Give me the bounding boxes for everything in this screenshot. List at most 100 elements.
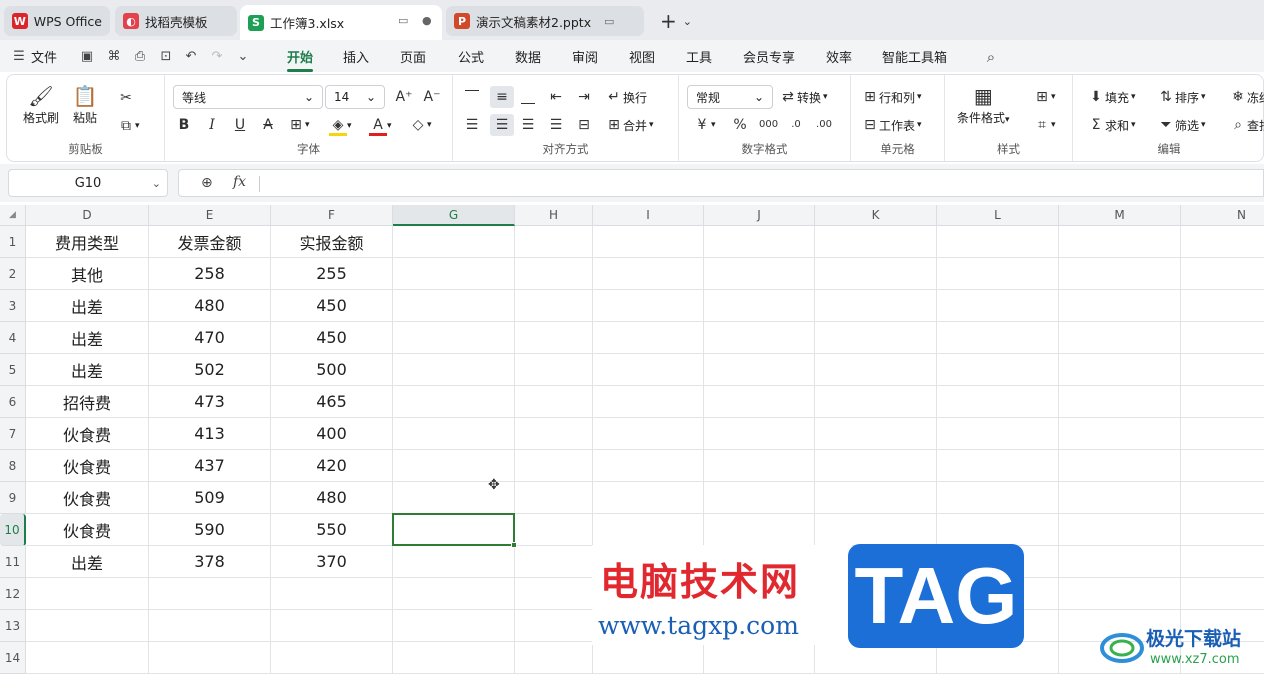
more-dropdown-icon[interactable]: ⌄ [234, 48, 252, 66]
cell-j5[interactable] [704, 354, 815, 386]
decrease-indent-button[interactable]: ⇤ [547, 88, 565, 106]
cell-h1[interactable] [515, 226, 593, 258]
cell-d4[interactable]: 出差 [26, 322, 149, 354]
menu-smart-toolbox[interactable]: 智能工具箱 [882, 47, 947, 66]
align-center-button[interactable]: ☰ [490, 114, 514, 136]
save-icon[interactable]: ▣ [78, 48, 96, 66]
cell-g5[interactable] [393, 354, 515, 386]
font-name-select[interactable]: 等线 ⌄ [173, 85, 323, 109]
cell-i1[interactable] [593, 226, 704, 258]
tab-docer-template[interactable]: ◐ 找稻壳模板 [115, 6, 237, 36]
cell-d2[interactable]: 其他 [26, 258, 149, 290]
menu-tools[interactable]: 工具 [686, 47, 712, 66]
cell-k8[interactable] [815, 450, 937, 482]
cell-g3[interactable] [393, 290, 515, 322]
print-preview-icon[interactable]: ⊡ [157, 48, 175, 66]
cell-n1[interactable] [1181, 226, 1264, 258]
cell-e7[interactable]: 413 [149, 418, 271, 450]
row-header-6[interactable]: 6 [0, 386, 26, 418]
menu-page[interactable]: 页面 [400, 47, 426, 66]
row-header-1[interactable]: 1 [0, 226, 26, 258]
fill-handle[interactable] [511, 542, 517, 548]
align-bottom-button[interactable]: ⎽ [519, 88, 537, 106]
cell-i7[interactable] [593, 418, 704, 450]
search-icon[interactable]: ⌕ [982, 48, 1000, 66]
decrease-decimal-button[interactable]: .00 [815, 116, 833, 134]
row-header-4[interactable]: 4 [0, 322, 26, 354]
cell-n7[interactable] [1181, 418, 1264, 450]
select-all-corner[interactable]: ◢ [0, 205, 26, 226]
cell-d10[interactable]: 伙食费 [26, 514, 149, 546]
align-left-button[interactable]: ☰ [463, 116, 481, 134]
wrap-text-button[interactable]: ↵ 换行 [605, 88, 647, 106]
cell-k3[interactable] [815, 290, 937, 322]
cell-h3[interactable] [515, 290, 593, 322]
column-header-j[interactable]: J [704, 205, 815, 226]
copy-button[interactable]: ⧉ ▾ [117, 117, 140, 135]
cell-e8[interactable]: 437 [149, 450, 271, 482]
number-format-select[interactable]: 常规 ⌄ [687, 85, 773, 109]
menu-member[interactable]: 会员专享 [743, 47, 795, 66]
table-style-button[interactable]: ⊞ ▾ [1033, 88, 1055, 106]
cell-k10[interactable] [815, 514, 937, 546]
cell-j7[interactable] [704, 418, 815, 450]
cell-e9[interactable]: 509 [149, 482, 271, 514]
column-header-l[interactable]: L [937, 205, 1059, 226]
merge-button[interactable]: ⊞ 合并 ▾ [605, 116, 653, 134]
cell-i8[interactable] [593, 450, 704, 482]
cell-l8[interactable] [937, 450, 1059, 482]
row-header-2[interactable]: 2 [0, 258, 26, 290]
cell-n3[interactable] [1181, 290, 1264, 322]
worksheet-button[interactable]: ⊟ 工作表 ▾ [861, 116, 921, 134]
cell-j6[interactable] [704, 386, 815, 418]
cell-f1[interactable]: 实报金额 [271, 226, 393, 258]
increase-indent-button[interactable]: ⇥ [575, 88, 593, 106]
cell-f13[interactable] [271, 610, 393, 642]
cell-j1[interactable] [704, 226, 815, 258]
cell-e14[interactable] [149, 642, 271, 674]
align-top-button[interactable]: ⎺ [463, 88, 481, 106]
filter-button[interactable]: ⏷ 筛选 ▾ [1157, 116, 1205, 134]
cell-e13[interactable] [149, 610, 271, 642]
cell-i2[interactable] [593, 258, 704, 290]
cell-e2[interactable]: 258 [149, 258, 271, 290]
font-color-button[interactable]: A ▾ [369, 116, 392, 136]
cell-e4[interactable]: 470 [149, 322, 271, 354]
cell-j9[interactable] [704, 482, 815, 514]
cell-l7[interactable] [937, 418, 1059, 450]
align-middle-button[interactable]: ≡ [490, 86, 514, 108]
paste-button[interactable]: 📋 粘贴 [71, 83, 99, 126]
menu-data[interactable]: 数据 [515, 47, 541, 66]
cell-j2[interactable] [704, 258, 815, 290]
column-header-e[interactable]: E [149, 205, 271, 226]
tab-workbook3[interactable]: S 工作簿3.xlsx ▭ ● [240, 5, 442, 40]
cell-d9[interactable]: 伙食费 [26, 482, 149, 514]
cell-l5[interactable] [937, 354, 1059, 386]
cell-d6[interactable]: 招待费 [26, 386, 149, 418]
cell-e3[interactable]: 480 [149, 290, 271, 322]
cell-n9[interactable] [1181, 482, 1264, 514]
row-header-5[interactable]: 5 [0, 354, 26, 386]
cell-d12[interactable] [26, 578, 149, 610]
cell-e6[interactable]: 473 [149, 386, 271, 418]
cell-g10[interactable] [393, 514, 515, 546]
column-header-m[interactable]: M [1059, 205, 1181, 226]
cell-f8[interactable]: 420 [271, 450, 393, 482]
convert-button[interactable]: ⇄ 转换 ▾ [779, 88, 827, 106]
column-header-d[interactable]: D [26, 205, 149, 226]
column-header-h[interactable]: H [515, 205, 593, 226]
tab-wps-office[interactable]: W WPS Office [4, 6, 110, 36]
cell-i5[interactable] [593, 354, 704, 386]
distributed-button[interactable]: ⊟ [575, 116, 593, 134]
print-icon[interactable]: ⎙ [131, 48, 149, 66]
cell-m12[interactable] [1059, 578, 1181, 610]
new-tab-button[interactable]: + ⌄ [652, 6, 702, 36]
menu-review[interactable]: 审阅 [572, 47, 598, 66]
fill-button[interactable]: ⬇ 填充 ▾ [1087, 88, 1135, 106]
cell-m5[interactable] [1059, 354, 1181, 386]
cell-g11[interactable] [393, 546, 515, 578]
cell-h7[interactable] [515, 418, 593, 450]
increase-font-button[interactable]: A⁺ [395, 88, 413, 106]
cell-d5[interactable]: 出差 [26, 354, 149, 386]
hamburger-icon[interactable]: ☰ [10, 48, 28, 66]
